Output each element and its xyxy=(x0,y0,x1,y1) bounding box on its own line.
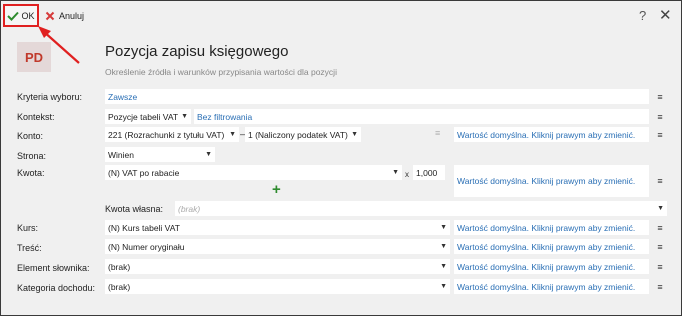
tresc-select[interactable]: (N) Numer oryginału ▼ xyxy=(105,239,450,254)
kurs-menu-icon[interactable]: ≡ xyxy=(653,220,667,235)
strona-value: Winien xyxy=(108,149,134,160)
chevron-down-icon: ▼ xyxy=(440,243,447,250)
kryteria-menu-icon[interactable]: ≡ xyxy=(653,89,667,104)
tresc-label: Treść: xyxy=(17,243,42,253)
ok-label: OK xyxy=(21,10,35,21)
multiplier-input[interactable]: 1,000 xyxy=(413,165,445,180)
kategoria-value: (brak) xyxy=(108,281,131,292)
chevron-down-icon: ▼ xyxy=(205,151,212,158)
strona-label: Strona: xyxy=(17,151,47,161)
strona-select[interactable]: Winien ▼ xyxy=(105,147,215,162)
konto-select[interactable]: 221 (Rozrachunki z tytułu VAT) ▼ xyxy=(105,127,239,142)
tresc-default-text: Wartość domyślna. Kliknij prawym aby zmi… xyxy=(457,241,636,252)
kwota-wlasna-placeholder: (brak) xyxy=(178,203,201,214)
konto-value: 221 (Rozrachunki z tytułu VAT) xyxy=(108,129,225,140)
cancel-button[interactable]: Anuluj xyxy=(45,7,84,25)
page-subtitle: Określenie źródła i warunków przypisania… xyxy=(105,67,337,77)
tresc-value: (N) Numer oryginału xyxy=(108,241,185,252)
check-icon xyxy=(7,11,20,21)
kategoria-label: Kategoria dochodu: xyxy=(17,283,96,293)
element-select[interactable]: (brak) ▼ xyxy=(105,259,450,274)
kwota-wlasna-select[interactable]: (brak) ▼ xyxy=(175,201,667,216)
tresc-default-field[interactable]: Wartość domyślna. Kliknij prawym aby zmi… xyxy=(454,239,649,254)
multiplier-value: 1,000 xyxy=(416,167,438,178)
kurs-default-text: Wartość domyślna. Kliknij prawym aby zmi… xyxy=(457,222,636,233)
dialog-window: OK Anuluj ? ✕ PD Pozycja zapisu księgowe… xyxy=(0,0,682,316)
element-default-text: Wartość domyślna. Kliknij prawym aby zmi… xyxy=(457,261,636,272)
drag-handle-icon[interactable]: ≡ xyxy=(435,128,440,138)
chevron-down-icon: ▼ xyxy=(229,131,236,138)
chevron-down-icon: ▼ xyxy=(440,224,447,231)
subkonto-select[interactable]: 1 (Naliczony podatek VAT) ▼ xyxy=(245,127,361,142)
ok-button[interactable]: OK xyxy=(3,4,39,27)
chevron-down-icon: ▼ xyxy=(657,205,664,212)
chevron-down-icon: ▼ xyxy=(181,113,188,120)
kryteria-label: Kryteria wyboru: xyxy=(17,92,83,102)
konto-menu-icon[interactable]: ≡ xyxy=(653,127,667,142)
close-button[interactable]: ✕ xyxy=(659,6,672,24)
kategoria-select[interactable]: (brak) ▼ xyxy=(105,279,450,294)
x-icon xyxy=(45,11,55,21)
element-value: (brak) xyxy=(108,261,131,272)
tresc-menu-icon[interactable]: ≡ xyxy=(653,239,667,254)
kontekst-value: Pozycje tabeli VAT xyxy=(108,111,179,122)
kryteria-value: Zawsze xyxy=(108,91,138,102)
filter-field[interactable]: Bez filtrowania xyxy=(194,109,649,124)
konto-label: Konto: xyxy=(17,131,44,141)
kategoria-menu-icon[interactable]: ≡ xyxy=(653,279,667,294)
element-menu-icon[interactable]: ≡ xyxy=(653,259,667,274)
kwota-default-text: Wartość domyślna. Kliknij prawym aby zmi… xyxy=(457,176,636,186)
multiply-sign: x xyxy=(405,170,409,179)
kontekst-menu-icon[interactable]: ≡ xyxy=(653,109,667,124)
kurs-value: (N) Kurs tabeli VAT xyxy=(108,222,180,233)
kurs-select[interactable]: (N) Kurs tabeli VAT ▼ xyxy=(105,220,450,235)
konto-default-text: Wartość domyślna. Kliknij prawym aby zmi… xyxy=(457,129,636,140)
kwota-label: Kwota: xyxy=(17,168,45,178)
konto-default-field[interactable]: Wartość domyślna. Kliknij prawym aby zmi… xyxy=(454,127,649,142)
kurs-label: Kurs: xyxy=(17,223,39,233)
help-button[interactable]: ? xyxy=(639,8,646,23)
kurs-default-field[interactable]: Wartość domyślna. Kliknij prawym aby zmi… xyxy=(454,220,649,235)
kwota-menu-icon[interactable]: ≡ xyxy=(653,173,667,188)
kategoria-default-field[interactable]: Wartość domyślna. Kliknij prawym aby zmi… xyxy=(454,279,649,294)
kwota-default-field[interactable]: Wartość domyślna. Kliknij prawym aby zmi… xyxy=(454,165,649,197)
toolbar: OK Anuluj ? ✕ xyxy=(1,1,681,31)
element-label: Element słownika: xyxy=(17,263,90,273)
page-title: Pozycja zapisu księgowego xyxy=(105,43,289,60)
chevron-down-icon: ▼ xyxy=(392,169,399,176)
kwota-wlasna-label: Kwota własna: xyxy=(105,204,164,214)
cancel-label: Anuluj xyxy=(59,11,85,21)
kontekst-label: Kontekst: xyxy=(17,112,55,122)
document-type-icon: PD xyxy=(17,42,51,72)
kwota-value: (N) VAT po rabacie xyxy=(108,167,180,178)
add-icon[interactable]: + xyxy=(272,181,281,198)
chevron-down-icon: ▼ xyxy=(440,283,447,290)
kontekst-select[interactable]: Pozycje tabeli VAT ▼ xyxy=(105,109,191,124)
subkonto-value: 1 (Naliczony podatek VAT) xyxy=(248,129,348,140)
chevron-down-icon: ▼ xyxy=(440,263,447,270)
chevron-down-icon: ▼ xyxy=(351,131,358,138)
kryteria-field[interactable]: Zawsze xyxy=(105,89,649,104)
filter-value: Bez filtrowania xyxy=(197,111,253,122)
element-default-field[interactable]: Wartość domyślna. Kliknij prawym aby zmi… xyxy=(454,259,649,274)
kwota-select[interactable]: (N) VAT po rabacie ▼ xyxy=(105,165,402,180)
kategoria-default-text: Wartość domyślna. Kliknij prawym aby zmi… xyxy=(457,281,636,292)
